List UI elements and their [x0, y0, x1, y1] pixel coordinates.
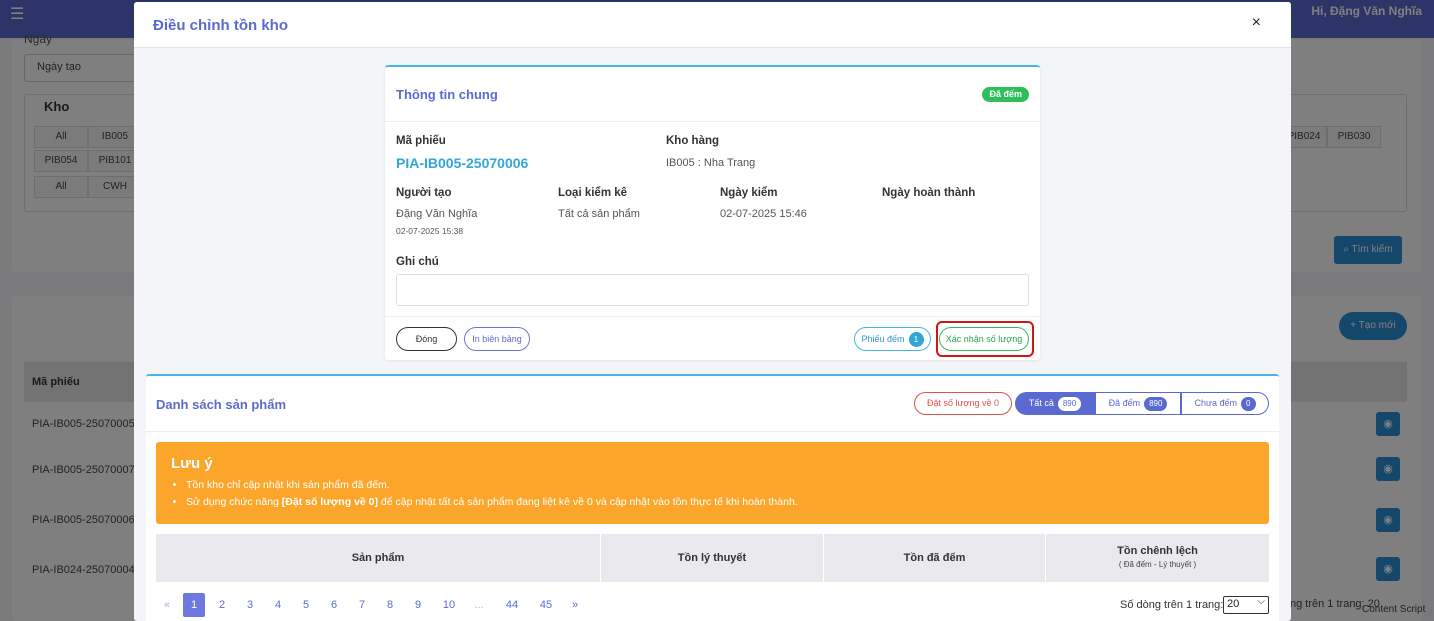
- filter-counted-label: Đã đếm: [1108, 398, 1141, 408]
- page-button[interactable]: 1: [183, 593, 205, 617]
- notice-item: Sử dụng chức năng [Đặt số lượng về 0] để…: [186, 496, 798, 508]
- column-header-subtitle: ( Đã đếm - Lý thuyết ): [1118, 560, 1197, 569]
- filter-uncounted-label: Chưa đếm: [1194, 398, 1238, 408]
- page-button[interactable]: 2: [211, 593, 233, 617]
- creator-value: Đặng Văn Nghĩa: [396, 208, 478, 220]
- check-date-label: Ngày kiểm: [720, 187, 778, 199]
- code-label: Mã phiếu: [396, 135, 446, 147]
- filter-counted-count: 890: [1144, 396, 1168, 411]
- reset-quantity-button[interactable]: Đặt số lượng về 0: [914, 392, 1012, 415]
- notice-text: Sử dụng chức năng: [186, 496, 282, 508]
- warehouse-label: Kho hàng: [666, 135, 720, 147]
- chevron-down-icon: ⌵: [1257, 596, 1265, 607]
- rows-per-page-label: Số dòng trên 1 trang:: [1120, 599, 1224, 611]
- filter-uncounted-tab[interactable]: Chưa đếm 0: [1181, 392, 1269, 415]
- modal-title: Điều chỉnh tồn kho: [153, 17, 288, 34]
- product-table-header: Sản phẩm Tồn lý thuyết Tồn đã đếm Tồn ch…: [156, 534, 1269, 584]
- page-button[interactable]: 44: [498, 593, 526, 617]
- rows-per-page-value: 20: [1227, 598, 1240, 610]
- general-info-title: Thông tin chung: [396, 87, 498, 102]
- notice-text: để cập nhật tất cả sản phẩm đang liệt kê…: [377, 496, 798, 508]
- column-header-counted[interactable]: Tồn đã đếm: [824, 534, 1046, 584]
- column-header-label: Tồn chênh lệch: [1117, 545, 1198, 557]
- page-button[interactable]: 5: [295, 593, 317, 617]
- filter-all-count: 890: [1057, 396, 1082, 411]
- check-type-value: Tất cả sản phẩm: [558, 208, 640, 220]
- page-prev-button[interactable]: «: [156, 593, 178, 617]
- page-button[interactable]: 45: [532, 593, 560, 617]
- column-header-label: Tồn lý thuyết: [677, 552, 747, 564]
- close-button[interactable]: Đóng: [396, 327, 457, 351]
- check-type-label: Loại kiểm kê: [558, 187, 628, 199]
- close-icon[interactable]: ×: [1252, 14, 1261, 32]
- column-header-label: Sản phẩm: [351, 552, 405, 564]
- page-button[interactable]: 3: [239, 593, 261, 617]
- notice-bold-text: [Đặt số lượng về 0]: [281, 496, 378, 508]
- filter-uncounted-count: 0: [1241, 396, 1256, 411]
- note-input[interactable]: [396, 274, 1029, 306]
- filter-all-tab[interactable]: Tất cả 890: [1015, 392, 1095, 415]
- modal-header: Điều chỉnh tồn kho ×: [134, 2, 1291, 48]
- notice-item: Tồn kho chỉ cập nhật khi sản phẩm đã đếm…: [186, 479, 798, 491]
- column-header-difference[interactable]: Tồn chênh lệch ( Đã đếm - Lý thuyết ): [1046, 534, 1269, 584]
- page-ellipsis: ...: [474, 599, 484, 611]
- check-date-value: 02-07-2025 15:46: [720, 208, 807, 220]
- print-report-button[interactable]: In biên bảng: [464, 327, 530, 351]
- creator-label: Người tạo: [396, 187, 452, 199]
- product-list-card: Danh sách sản phẩm Đặt số lượng về 0 Tất…: [146, 374, 1279, 621]
- column-header-label: Tồn đã đếm: [903, 552, 966, 564]
- complete-date-label: Ngày hoàn thành: [882, 187, 976, 199]
- page-button[interactable]: 8: [379, 593, 401, 617]
- divider: [385, 316, 1040, 317]
- notice-list: Tồn kho chỉ cập nhật khi sản phẩm đã đếm…: [186, 479, 798, 513]
- count-sheet-button[interactable]: Phiếu đếm 1: [854, 327, 931, 351]
- confirm-highlight-box: [936, 321, 1034, 357]
- count-sheet-label: Phiếu đếm: [861, 334, 905, 344]
- rows-per-page-select[interactable]: 20 ⌵: [1223, 596, 1269, 614]
- notice-box: Lưu ý Tồn kho chỉ cập nhật khi sản phẩm …: [156, 442, 1269, 524]
- code-value: PIA-IB005-25070006: [396, 155, 529, 171]
- page-button[interactable]: 4: [267, 593, 289, 617]
- page-next-button[interactable]: »: [564, 593, 586, 617]
- column-header-product[interactable]: Sản phẩm: [156, 534, 601, 584]
- pagination-bar: « 1 2 3 4 5 6 7 8 9 10 ... 44 45 » Số dò…: [146, 582, 1279, 621]
- filter-all-label: Tất cả: [1028, 398, 1054, 408]
- count-sheet-badge: 1: [908, 332, 924, 347]
- page-button[interactable]: 6: [323, 593, 345, 617]
- notice-title: Lưu ý: [171, 455, 213, 472]
- status-badge: Đã đếm: [982, 87, 1029, 102]
- page-button[interactable]: 9: [407, 593, 429, 617]
- page-button[interactable]: 7: [351, 593, 373, 617]
- divider: [385, 121, 1040, 122]
- inventory-adjust-modal: Điều chỉnh tồn kho × Thông tin chung Đã …: [134, 2, 1291, 621]
- creator-date: 02-07-2025 15:38: [396, 226, 464, 236]
- note-label: Ghi chú: [396, 256, 439, 268]
- filter-counted-tab[interactable]: Đã đếm 890: [1095, 392, 1181, 415]
- column-header-theoretical[interactable]: Tồn lý thuyết: [601, 534, 824, 584]
- divider: [146, 431, 1279, 432]
- warehouse-value: IB005 : Nha Trang: [666, 157, 756, 169]
- product-list-title: Danh sách sản phẩm: [156, 397, 287, 412]
- general-info-card: Thông tin chung Đã đếm Mã phiếu PIA-IB00…: [385, 65, 1040, 360]
- page-button[interactable]: 10: [435, 593, 463, 617]
- notice-text: Tồn kho chỉ cập nhật khi sản phẩm đã đếm…: [186, 479, 390, 491]
